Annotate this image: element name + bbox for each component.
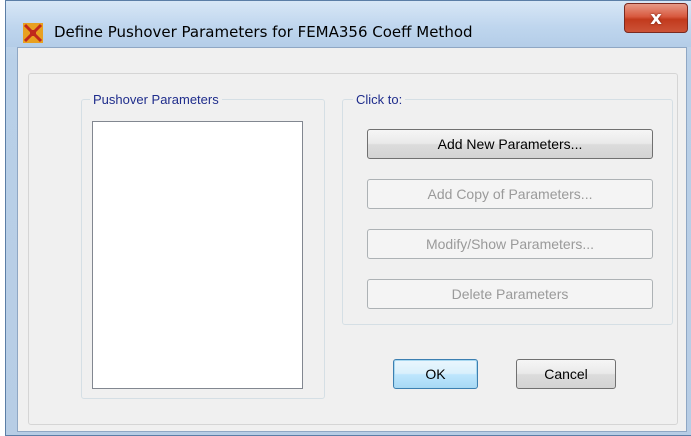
window-title: Define Pushover Parameters for FEMA356 C… [54,23,473,41]
title-bar[interactable]: Define Pushover Parameters for FEMA356 C… [6,1,691,47]
cancel-button[interactable]: Cancel [516,359,616,389]
close-icon: x [650,8,662,29]
app-icon [23,23,43,43]
dialog-window: Define Pushover Parameters for FEMA356 C… [5,0,691,436]
pushover-parameters-list[interactable] [92,121,303,389]
dialog-frame: Pushover Parameters Click to: Add New Pa… [28,73,678,425]
dialog-client-area: Pushover Parameters Click to: Add New Pa… [17,47,687,432]
delete-parameters-button[interactable]: Delete Parameters [367,279,653,309]
ok-button[interactable]: OK [393,359,478,389]
click-to-legend: Click to: [353,92,406,107]
close-button[interactable]: x [624,3,688,33]
click-to-group: Click to: Add New Parameters... Add Copy… [342,92,673,325]
pushover-parameters-legend: Pushover Parameters [90,92,222,107]
modify-show-parameters-button[interactable]: Modify/Show Parameters... [367,229,653,259]
pushover-parameters-group: Pushover Parameters [81,92,325,399]
add-copy-of-parameters-button[interactable]: Add Copy of Parameters... [367,179,653,209]
add-new-parameters-button[interactable]: Add New Parameters... [367,129,653,159]
